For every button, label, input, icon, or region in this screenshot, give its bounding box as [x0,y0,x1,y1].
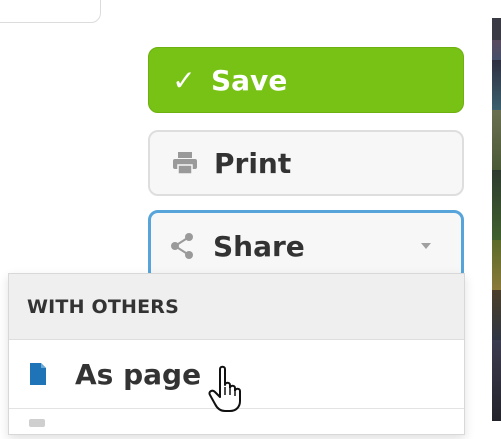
share-label: Share [213,229,305,263]
checkmark-icon: ✓ [172,63,196,97]
share-as-page-item[interactable]: As page [9,340,464,409]
document-icon [29,362,51,386]
previous-card-corner [0,0,101,23]
menu-item-partial[interactable] [9,409,464,439]
share-icon [165,232,199,260]
menu-item-label: As page [75,357,202,391]
partial-menu-icon [29,419,45,427]
share-dropdown-button[interactable]: Share [148,210,464,282]
printer-icon [168,151,202,175]
save-button[interactable]: ✓ Save [148,47,464,113]
share-dropdown-menu: WITH OTHERS As page [8,273,465,435]
save-label: Save [211,63,288,97]
background-page-strip [489,0,501,421]
caret-down-icon [421,243,431,249]
print-button[interactable]: Print [148,130,464,196]
menu-section-header: WITH OTHERS [9,274,464,340]
print-label: Print [214,146,292,180]
